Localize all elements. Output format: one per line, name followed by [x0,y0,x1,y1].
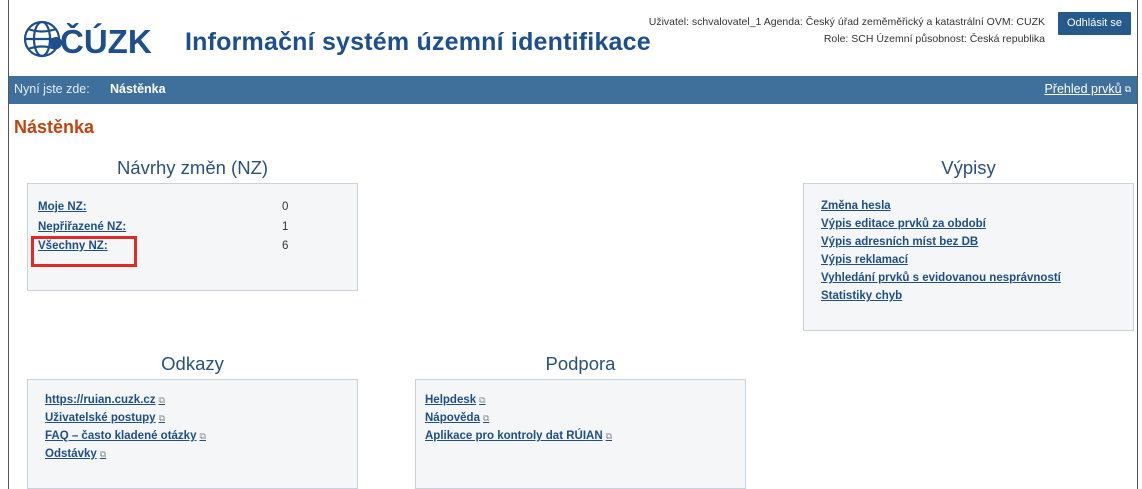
breadcrumb-current: Nástěnka [110,82,166,96]
helpdesk-link[interactable]: Helpdesk ⧉ [425,394,745,406]
breadcrumb-label: Nyní jste zde: [14,82,90,96]
faq-link-label[interactable]: FAQ – často kladené otázky [45,430,196,442]
search-incorrect-elements-link[interactable]: Vyhledání prvků s evidovanou nesprávnost… [821,272,1133,284]
user-procedures-link-label[interactable]: Uživatelské postupy [45,412,156,424]
nz-section-title: Návrhy změn (NZ) [116,157,269,178]
app-title: Informační systém územní identifikace [185,28,651,56]
logo-text: ČÚZK [60,22,152,60]
unassigned-nz-link[interactable]: Nepřiřazené NZ: [38,221,126,233]
help-link[interactable]: Nápověda ⧉ [425,412,745,424]
logout-button[interactable]: Odhlásit se [1057,12,1131,35]
complaints-report-link[interactable]: Výpis reklamací [821,254,1133,266]
external-link-icon: ⧉ [158,395,165,405]
external-link-icon: ⧉ [479,395,486,405]
outages-link[interactable]: Odstávky ⧉ [45,448,357,460]
ruian-link-label[interactable]: https://ruian.cuzk.cz [45,394,156,406]
highlight-box [31,236,137,267]
unassigned-nz-count: 1 [282,221,289,233]
overview-link-label[interactable]: Přehled prvků [1044,82,1121,96]
overview-link[interactable]: Přehled prvků ⧉ [1044,82,1131,96]
page-title: Nástěnka [14,117,95,137]
my-nz-count: 0 [282,201,289,213]
external-link-icon: ⧉ [158,413,166,423]
vypisy-panel: Změna hesla Výpis editace prvků za obdob… [803,183,1134,331]
odkazy-section-title: Odkazy [161,353,224,374]
external-link-icon: ⧉ [199,431,206,441]
faq-link[interactable]: FAQ – často kladené otázky ⧉ [45,430,357,442]
data-check-app-link[interactable]: Aplikace pro kontroly dat RÚIAN ⧉ [425,430,745,442]
help-link-label[interactable]: Nápověda [425,412,480,424]
address-points-report-link[interactable]: Výpis adresních míst bez DB [821,236,1133,248]
edit-report-link[interactable]: Výpis editace prvků za období [821,218,1133,230]
podpora-panel: Helpdesk ⧉ Nápověda ⧉ Aplikace pro kontrol… [415,379,746,489]
external-link-icon: ⧉ [605,431,613,441]
data-check-app-link-label[interactable]: Aplikace pro kontroly dat RÚIAN [425,430,603,442]
user-procedures-link[interactable]: Uživatelské postupy ⧉ [45,412,357,424]
ruian-link[interactable]: https://ruian.cuzk.cz ⧉ [45,394,357,406]
my-nz-link[interactable]: Moje NZ: [38,201,87,213]
header: ČÚZK Informační systém územní identifika… [9,0,1137,76]
outages-link-label[interactable]: Odstávky [45,448,97,460]
user-info: Uživatel: schvalovatel_1 Agenda: Český ú… [649,14,1045,48]
user-info-line1: Uživatel: schvalovatel_1 Agenda: Český ú… [648,16,1045,28]
external-link-icon: ⧉ [99,449,107,459]
podpora-section-title: Podpora [545,353,616,374]
all-nz-count: 6 [282,240,289,252]
breadcrumb-bar: Nyní jste zde: Nástěnka Přehled prvků ⧉ [9,76,1137,104]
error-statistics-link[interactable]: Statistiky chyb [821,290,1133,302]
change-password-link[interactable]: Změna hesla [821,200,1133,212]
odkazy-panel: https://ruian.cuzk.cz ⧉ Uživatelské postu… [27,379,358,489]
vypisy-section-title: Výpisy [941,157,996,178]
user-info-line2: Role: SCH Územní působnost: Česká republ… [823,33,1045,45]
cuzk-logo[interactable]: ČÚZK [20,17,170,61]
helpdesk-link-label[interactable]: Helpdesk [425,394,476,406]
external-link-icon: ⧉ [482,413,490,423]
external-link-icon: ⧉ [1124,84,1131,94]
